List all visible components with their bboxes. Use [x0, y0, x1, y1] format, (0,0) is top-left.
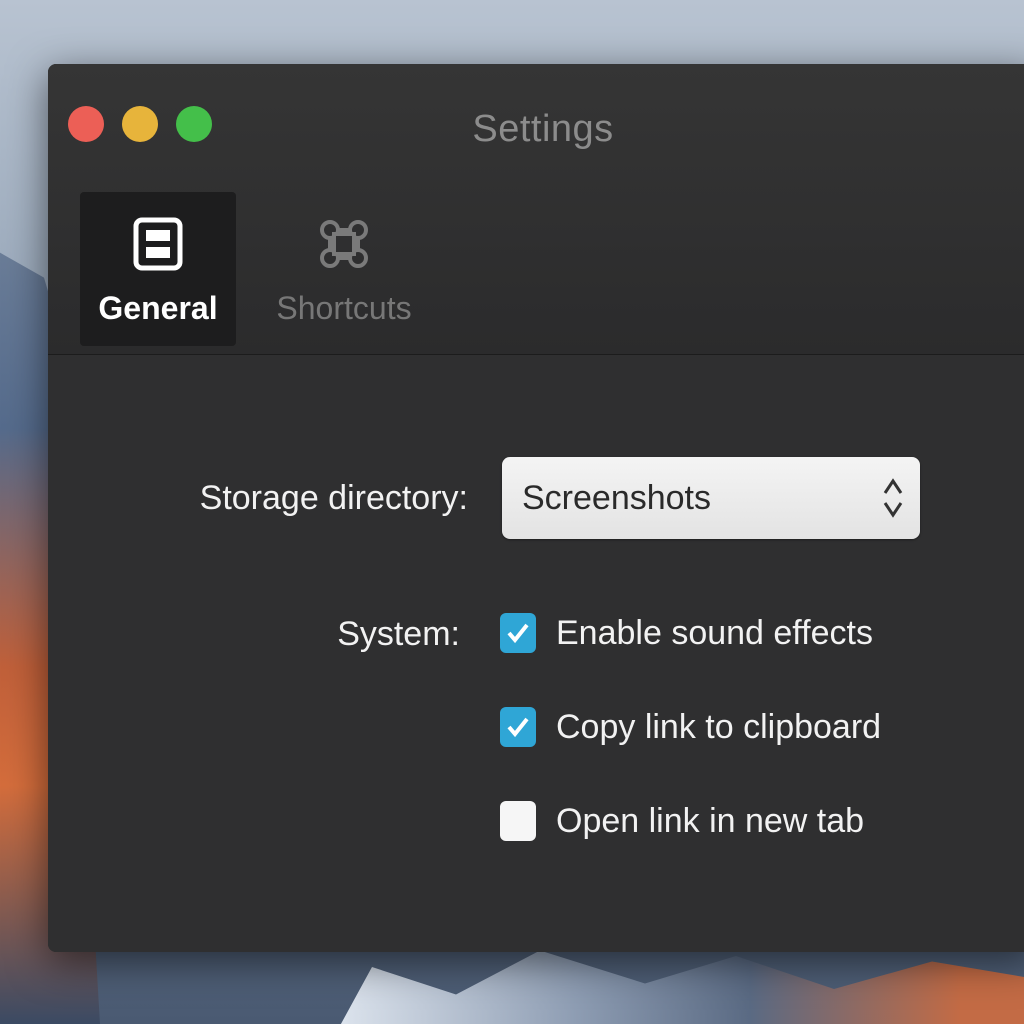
enable-sound-effects-label: Enable sound effects	[556, 613, 873, 652]
open-link-new-tab-option[interactable]: Open link in new tab	[500, 801, 864, 841]
chevron-up-down-icon	[883, 478, 903, 518]
storage-directory-label: Storage directory:	[199, 479, 468, 517]
toolbar: Settings General Shortcuts	[48, 64, 1024, 355]
general-pane: Storage directory: Screenshots System: E…	[48, 355, 1024, 952]
tab-general-label: General	[98, 290, 218, 326]
checkmark-icon	[507, 623, 529, 644]
tab-shortcuts-label: Shortcuts	[276, 290, 412, 326]
window-title: Settings	[472, 108, 614, 150]
open-link-new-tab-checkbox[interactable]	[500, 801, 536, 841]
tab-general[interactable]: General	[80, 192, 236, 346]
copy-link-label: Copy link to clipboard	[556, 707, 882, 746]
tab-shortcuts[interactable]: Shortcuts	[256, 192, 432, 346]
storage-directory-select[interactable]: Screenshots	[502, 457, 920, 539]
enable-sound-effects-option[interactable]: Enable sound effects	[500, 613, 873, 653]
enable-sound-effects-checkbox[interactable]	[500, 613, 536, 653]
open-link-new-tab-label: Open link in new tab	[556, 801, 865, 840]
copy-link-option[interactable]: Copy link to clipboard	[500, 707, 881, 747]
settings-window: Settings General Shortcuts Storage direc…	[48, 64, 1024, 952]
system-label: System:	[337, 615, 460, 653]
copy-link-checkbox[interactable]	[500, 707, 536, 747]
storage-directory-value: Screenshots	[522, 479, 711, 517]
general-icon	[133, 217, 183, 271]
command-icon	[320, 220, 368, 268]
checkmark-icon	[507, 717, 529, 738]
